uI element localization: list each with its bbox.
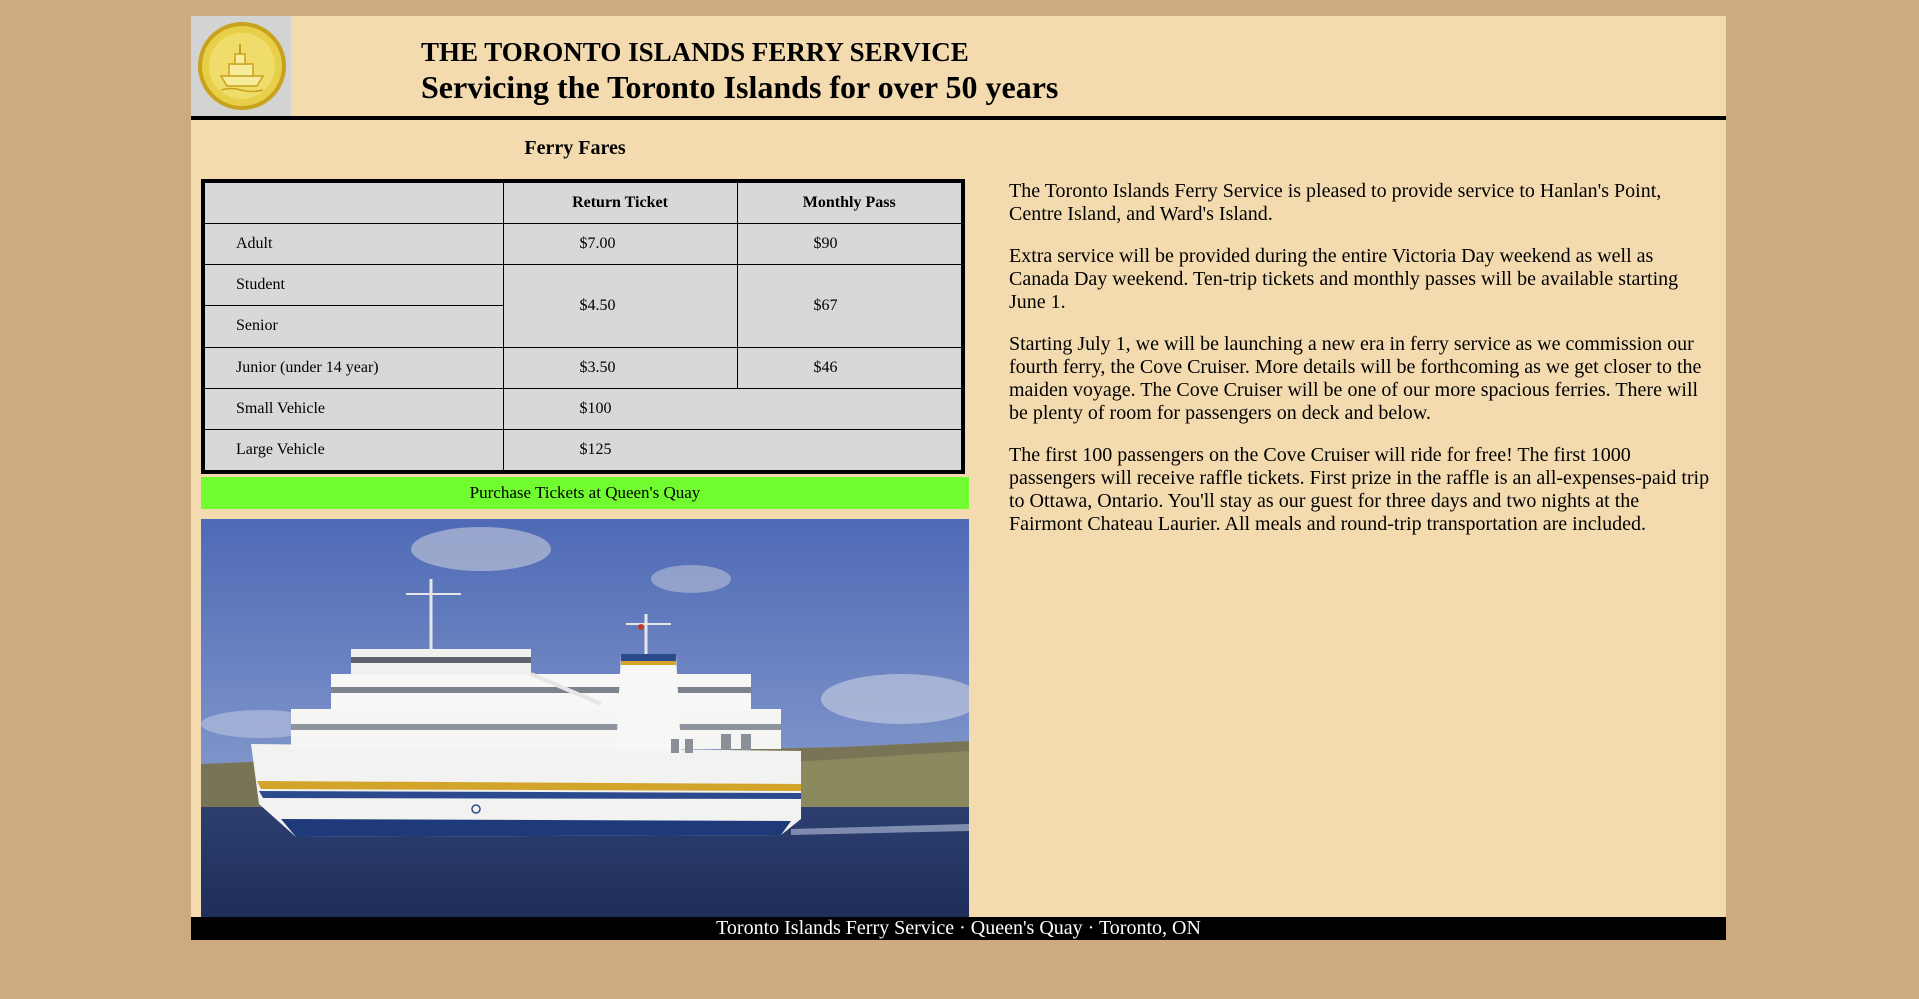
table-row: Junior (under 14 year) $3.50 $46	[205, 346, 961, 389]
info-paragraph: Starting July 1, we will be launching a …	[1009, 333, 1702, 424]
fare-return-adult: $7.00	[502, 223, 738, 266]
ferry-logo-icon	[191, 16, 291, 116]
info-paragraph: The first 100 passengers on the Cove Cru…	[1009, 444, 1710, 535]
info-text: The Toronto Islands Ferry Service is ple…	[1009, 180, 1714, 555]
fare-label-senior: Senior	[205, 305, 503, 348]
table-row: Adult $7.00 $90	[205, 223, 961, 266]
table-header-row: Return Ticket Monthly Pass	[205, 183, 961, 225]
table-row: Small Vehicle $100	[205, 387, 961, 430]
fare-label-large-vehicle: Large Vehicle	[205, 428, 504, 470]
fare-monthly-adult: $90	[736, 223, 961, 266]
footer: Toronto Islands Ferry Service · Queen's …	[191, 917, 1726, 940]
fares-table-frame: Return Ticket Monthly Pass Adult $7.00 $…	[201, 179, 965, 474]
fare-return-junior: $3.50	[502, 346, 738, 389]
fare-label-adult: Adult	[205, 223, 504, 266]
fare-label-junior: Junior (under 14 year)	[205, 346, 504, 389]
fares-heading: Ferry Fares	[524, 137, 626, 159]
column-header-monthly: Monthly Pass	[736, 183, 961, 225]
info-paragraph: Extra service will be provided during th…	[1009, 245, 1679, 313]
table-row: Large Vehicle $125	[205, 428, 961, 470]
fare-return-large-vehicle: $125	[502, 428, 961, 470]
ferry-photo	[201, 519, 969, 919]
fare-monthly-student-senior: $67	[736, 264, 961, 348]
fare-return-small-vehicle: $100	[502, 387, 961, 430]
fare-label-student: Student	[205, 264, 504, 307]
fare-monthly-junior: $46	[736, 346, 961, 389]
column-header-return: Return Ticket	[502, 183, 738, 225]
column-header-blank	[205, 183, 504, 225]
fares-table: Return Ticket Monthly Pass Adult $7.00 $…	[205, 183, 961, 470]
fare-return-student-senior: $4.50	[502, 264, 738, 348]
purchase-tickets-banner: Purchase Tickets at Queen's Quay	[201, 477, 969, 509]
header-titles: THE TORONTO ISLANDS FERRY SERVICE Servic…	[421, 36, 1058, 106]
table-row: Student $4.50 $67	[205, 264, 961, 348]
header-divider	[191, 116, 1726, 120]
site-subtitle: Servicing the Toronto Islands for over 5…	[421, 69, 1059, 105]
info-paragraph: The Toronto Islands Ferry Service is ple…	[1009, 180, 1662, 225]
page-container: THE TORONTO ISLANDS FERRY SERVICE Servic…	[191, 16, 1726, 940]
site-title: THE TORONTO ISLANDS FERRY SERVICE	[421, 37, 969, 67]
fare-label-small-vehicle: Small Vehicle	[205, 387, 504, 430]
